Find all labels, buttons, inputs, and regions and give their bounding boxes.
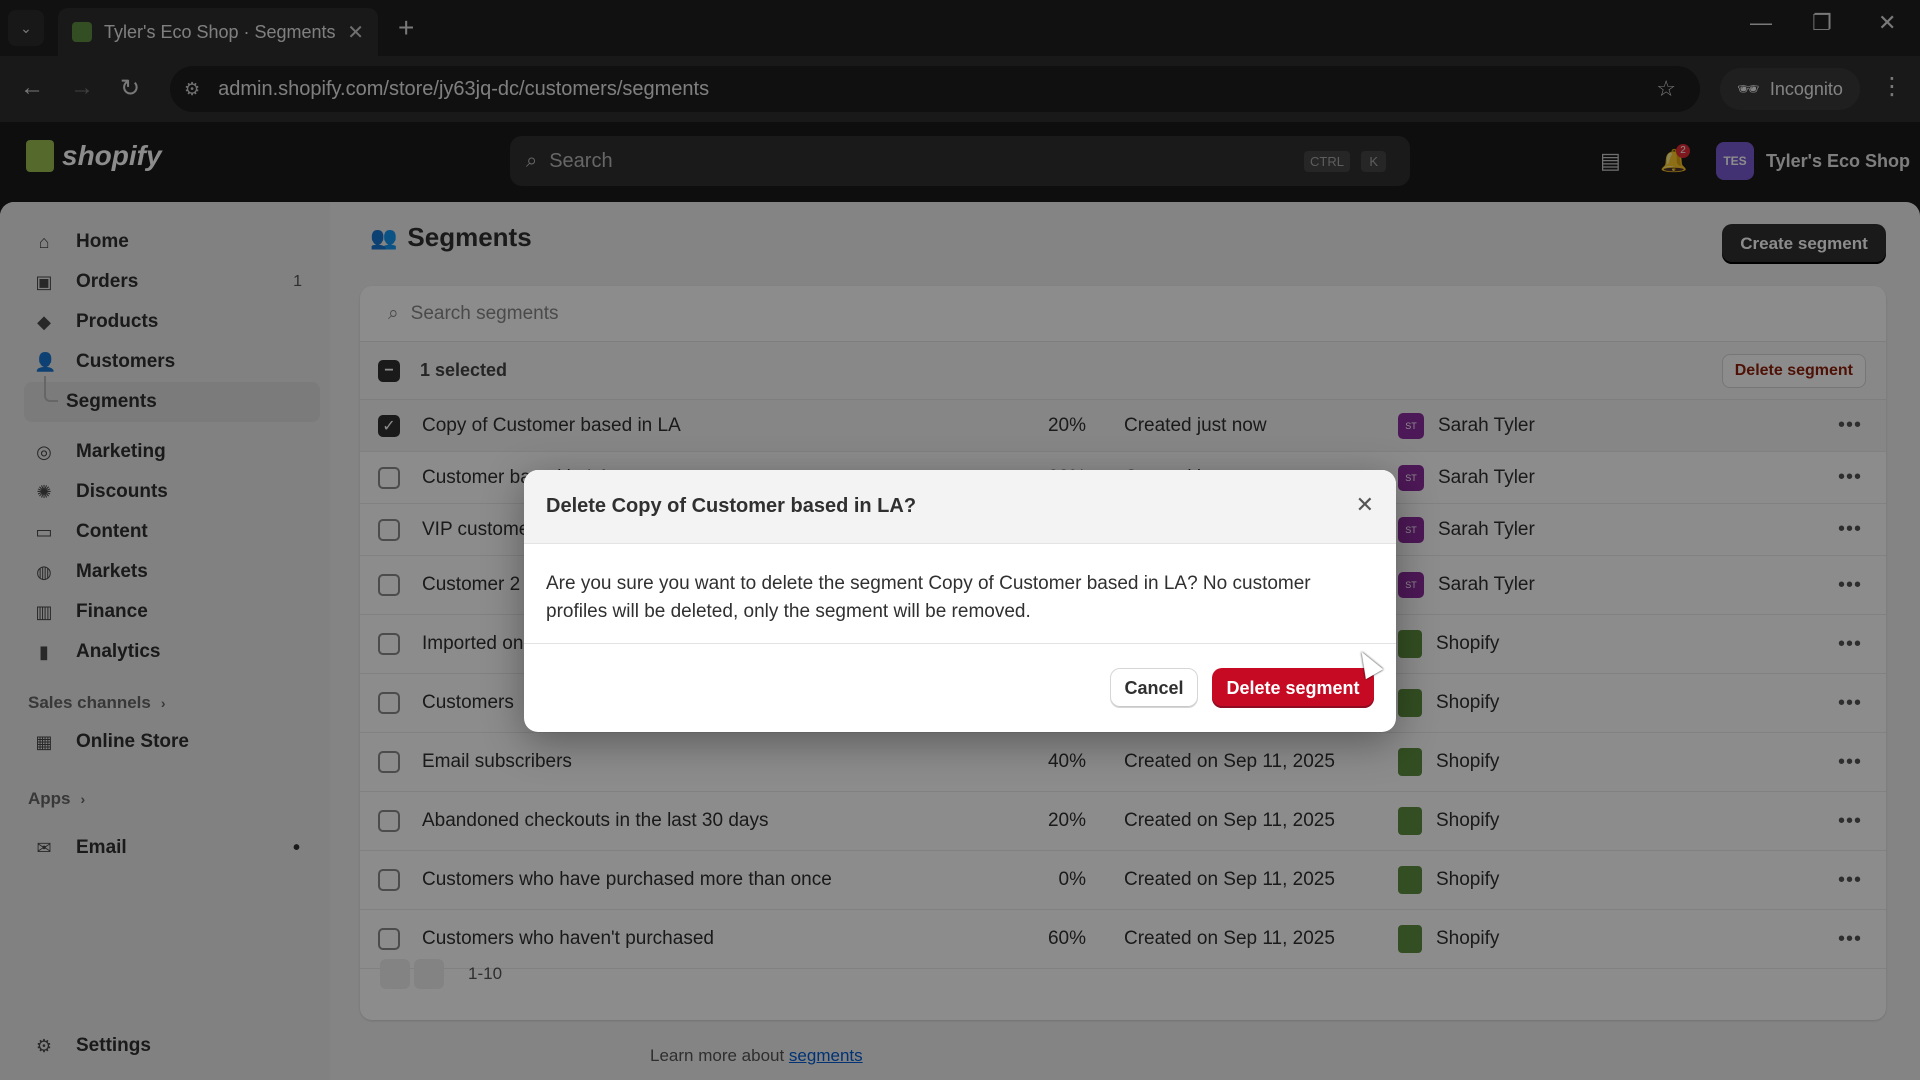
- dialog-body: Are you sure you want to delete the segm…: [524, 544, 1396, 644]
- confirm-delete-button[interactable]: Delete segment: [1212, 668, 1374, 708]
- dialog-title: Delete Copy of Customer based in LA?: [546, 495, 917, 517]
- dialog-footer: Cancel Delete segment: [524, 644, 1396, 732]
- cancel-button[interactable]: Cancel: [1110, 668, 1198, 708]
- close-icon[interactable]: ✕: [1356, 492, 1374, 518]
- delete-segment-dialog: Delete Copy of Customer based in LA? ✕ A…: [524, 470, 1396, 732]
- dialog-header: Delete Copy of Customer based in LA? ✕: [524, 470, 1396, 544]
